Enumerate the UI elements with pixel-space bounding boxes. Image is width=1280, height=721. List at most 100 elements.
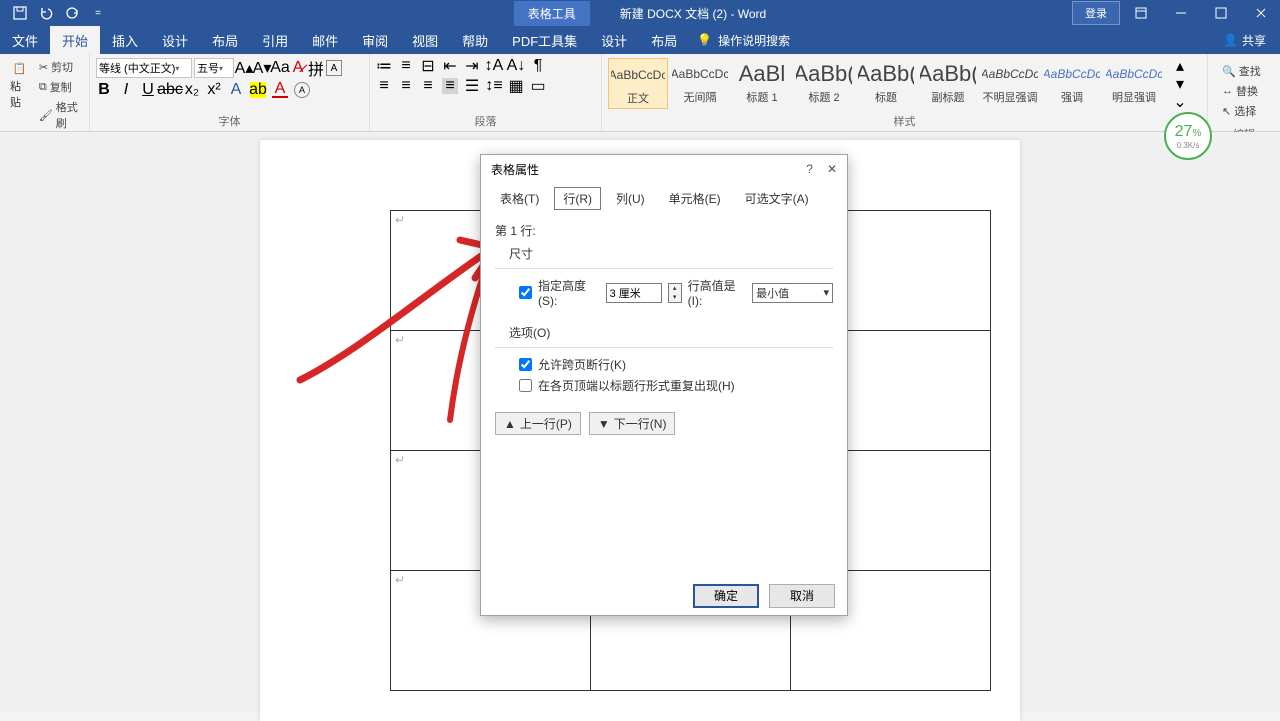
tab-table-design[interactable]: 设计 — [589, 26, 639, 54]
align-right-icon[interactable]: ≡ — [420, 78, 436, 94]
tab-references[interactable]: 引用 — [250, 26, 300, 54]
dialog-help-icon[interactable]: ? — [806, 162, 813, 176]
underline-icon[interactable]: U — [140, 82, 156, 98]
style-item-1[interactable]: AaBbCcDc无间隔 — [670, 58, 730, 109]
select-button[interactable]: ↖选择 — [1220, 102, 1268, 120]
spin-up-icon[interactable]: ▴ — [669, 284, 681, 293]
next-row-button[interactable]: ▼下一行(N) — [589, 412, 676, 435]
specify-height-input[interactable] — [519, 286, 532, 299]
tab-review[interactable]: 审阅 — [350, 26, 400, 54]
line-spacing-icon[interactable]: ↕≡ — [486, 78, 502, 94]
repeat-header-checkbox[interactable]: 在各页顶端以标题行形式重复出现(H) — [519, 375, 833, 396]
sort-icon[interactable]: A↓ — [508, 58, 524, 74]
grow-font-icon[interactable]: A▴ — [236, 60, 252, 76]
align-center-icon[interactable]: ≡ — [398, 78, 414, 94]
italic-icon[interactable]: I — [118, 82, 134, 98]
spin-down-icon[interactable]: ▾ — [669, 293, 681, 302]
bold-icon[interactable]: B — [96, 82, 112, 98]
font-color-icon[interactable]: A — [272, 82, 288, 98]
copy-button[interactable]: ⧉复制 — [37, 78, 83, 96]
styles-scroll-down-icon[interactable]: ▾ — [1172, 76, 1188, 92]
row-height-is-select[interactable]: 最小值 ▾ — [752, 283, 833, 303]
tell-me-search[interactable]: 💡 操作说明搜索 — [697, 32, 790, 49]
phonetic-guide-icon[interactable]: 拼 — [308, 60, 324, 76]
clear-format-icon[interactable]: A̷ — [290, 60, 306, 76]
replace-button[interactable]: ↔替换 — [1220, 82, 1268, 100]
close-icon[interactable] — [1242, 0, 1280, 26]
align-left-icon[interactable]: ≡ — [376, 78, 392, 94]
text-effects-icon[interactable]: A — [228, 82, 244, 98]
show-marks-icon[interactable]: ¶ — [530, 58, 546, 74]
format-painter-button[interactable]: 🖌格式刷 — [37, 98, 83, 132]
allow-break-checkbox[interactable]: 允许跨页断行(K) — [519, 354, 833, 375]
bullets-icon[interactable]: ≔ — [376, 58, 392, 74]
redo-icon[interactable] — [60, 1, 84, 25]
styles-scroll-up-icon[interactable]: ▴ — [1172, 58, 1188, 74]
cancel-button[interactable]: 取消 — [769, 584, 835, 608]
text-direction-icon[interactable]: ↕A — [486, 58, 502, 74]
cut-button[interactable]: ✂剪切 — [37, 58, 83, 76]
highlight-icon[interactable]: ab — [250, 82, 266, 98]
increase-indent-icon[interactable]: ⇥ — [464, 58, 480, 74]
style-item-0[interactable]: AaBbCcDc正文 — [608, 58, 668, 109]
find-button[interactable]: 🔍查找 — [1220, 62, 1268, 80]
tab-table-layout[interactable]: 布局 — [639, 26, 689, 54]
tab-file[interactable]: 文件 — [0, 26, 50, 54]
justify-icon[interactable]: ≡ — [442, 78, 458, 94]
change-case-icon[interactable]: Aa — [272, 60, 288, 76]
ribbon-display-options-icon[interactable] — [1122, 0, 1160, 26]
dialog-tab-column[interactable]: 列(U) — [607, 187, 654, 210]
tab-help[interactable]: 帮助 — [450, 26, 500, 54]
shrink-font-icon[interactable]: A▾ — [254, 60, 270, 76]
dialog-tab-alt[interactable]: 可选文字(A) — [736, 187, 818, 210]
ok-button[interactable]: 确定 — [693, 584, 759, 608]
style-item-2[interactable]: AaBl标题 1 — [732, 58, 792, 109]
decrease-indent-icon[interactable]: ⇤ — [442, 58, 458, 74]
height-spinner[interactable]: ▴▾ — [668, 283, 682, 303]
undo-icon[interactable] — [34, 1, 58, 25]
qa-customize-icon[interactable]: = — [86, 1, 110, 25]
style-item-3[interactable]: AaBb(标题 2 — [794, 58, 854, 109]
tab-layout[interactable]: 布局 — [200, 26, 250, 54]
distributed-icon[interactable]: ☰ — [464, 78, 480, 94]
style-item-4[interactable]: AaBb(标题 — [856, 58, 916, 109]
dialog-close-icon[interactable]: ✕ — [827, 162, 837, 176]
repeat-header-input[interactable] — [519, 379, 532, 392]
tab-mail[interactable]: 邮件 — [300, 26, 350, 54]
dialog-tab-row[interactable]: 行(R) — [554, 187, 601, 210]
allow-break-input[interactable] — [519, 358, 532, 371]
tab-design[interactable]: 设计 — [150, 26, 200, 54]
multilevel-list-icon[interactable]: ⊟ — [420, 58, 436, 74]
subscript-icon[interactable]: x₂ — [184, 82, 200, 98]
style-gallery[interactable]: AaBbCcDc正文AaBbCcDc无间隔AaBl标题 1AaBb(标题 2Aa… — [608, 58, 1164, 109]
style-item-6[interactable]: AaBbCcDc不明显强调 — [980, 58, 1040, 109]
save-icon[interactable] — [8, 1, 32, 25]
previous-row-button[interactable]: ▲上一行(P) — [495, 412, 581, 435]
font-name-select[interactable]: 等线 (中文正文)▾ — [96, 58, 192, 78]
shading-icon[interactable]: ▦ — [508, 78, 524, 94]
superscript-icon[interactable]: x² — [206, 82, 222, 98]
style-item-7[interactable]: AaBbCcDc强调 — [1042, 58, 1102, 109]
strike-icon[interactable]: abc — [162, 82, 178, 98]
char-shading-icon[interactable]: A — [294, 82, 310, 98]
style-item-8[interactable]: AaBbCcDc明显强调 — [1104, 58, 1164, 109]
tab-pdf-tools[interactable]: PDF工具集 — [500, 26, 589, 54]
numbering-icon[interactable]: ≡ — [398, 58, 414, 74]
tab-view[interactable]: 视图 — [400, 26, 450, 54]
minimize-icon[interactable] — [1162, 0, 1200, 26]
specify-height-checkbox[interactable]: 指定高度(S): — [519, 275, 600, 310]
row-height-field[interactable] — [606, 283, 662, 303]
tab-insert[interactable]: 插入 — [100, 26, 150, 54]
enclose-char-icon[interactable]: A — [326, 60, 342, 76]
style-item-5[interactable]: AaBb(副标题 — [918, 58, 978, 109]
tab-home[interactable]: 开始 — [50, 26, 100, 54]
maximize-icon[interactable] — [1202, 0, 1240, 26]
login-button[interactable]: 登录 — [1072, 1, 1120, 25]
styles-expand-icon[interactable]: ⌄ — [1172, 94, 1188, 110]
dialog-tab-cell[interactable]: 单元格(E) — [660, 187, 730, 210]
paste-button[interactable]: 📋 粘贴 — [6, 58, 33, 112]
borders-icon[interactable]: ▭ — [530, 78, 546, 94]
font-size-select[interactable]: 五号▾ — [194, 58, 234, 78]
share-button[interactable]: 👤 共享 — [1209, 32, 1280, 49]
dialog-tab-table[interactable]: 表格(T) — [491, 187, 548, 210]
